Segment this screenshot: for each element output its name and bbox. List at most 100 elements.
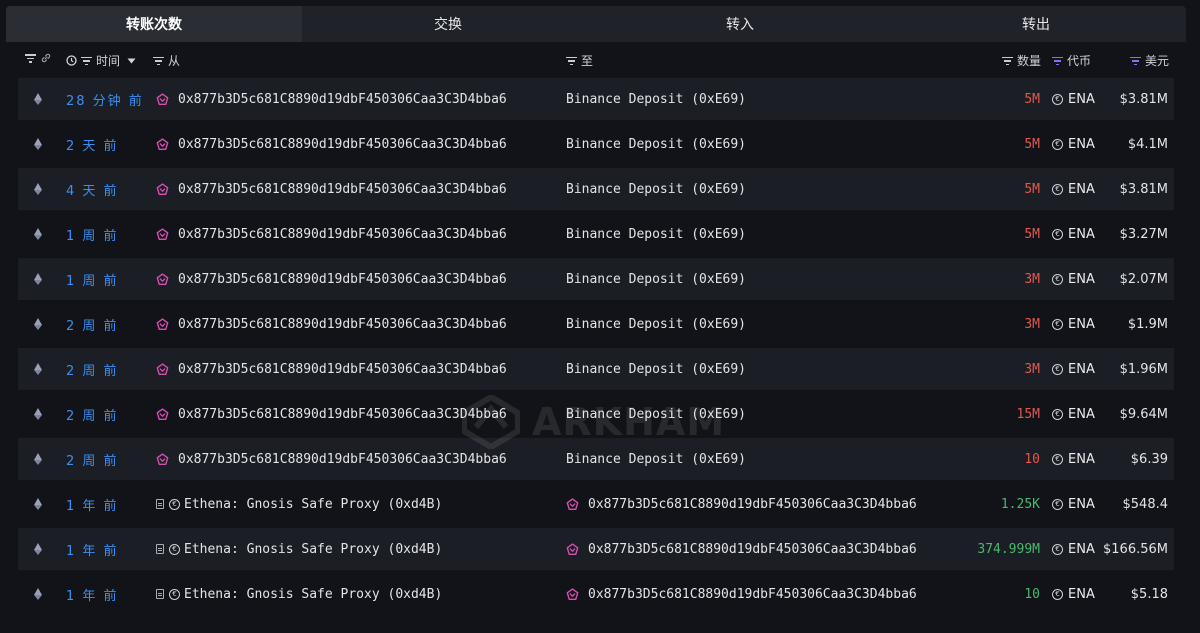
table-row[interactable]: 28 分钟 前 0x877b3D5c681C8890d19dbF450306Caa…	[18, 78, 1174, 120]
time-link[interactable]: 4 天 前	[66, 168, 119, 210]
token-cell[interactable]: € ENA	[1052, 483, 1112, 525]
table-header: 时间 从 至 数量 代币 美元	[0, 48, 1200, 72]
chain-filter[interactable]	[25, 52, 52, 64]
party-label[interactable]: 0x877b3D5c681C8890d19dbF450306Caa3C3D4bb…	[588, 587, 917, 602]
time-link[interactable]: 2 周 前	[66, 303, 119, 345]
from-cell[interactable]: 0x877b3D5c681C8890d19dbF450306Caa3C3D4bb…	[156, 78, 507, 120]
to-cell[interactable]: Binance Deposit (0xE69)	[566, 438, 746, 480]
party-label[interactable]: 0x877b3D5c681C8890d19dbF450306Caa3C3D4bb…	[178, 362, 507, 377]
token-cell[interactable]: € ENA	[1052, 348, 1112, 390]
amount-value: 10	[1024, 586, 1040, 602]
to-column-header[interactable]: 至	[566, 52, 593, 69]
table-row[interactable]: 1 年 前 € Ethena: Gnosis Safe Proxy (0xd4B) 0…	[18, 528, 1174, 570]
party-label[interactable]: Binance Deposit (0xE69)	[566, 227, 746, 242]
party-label[interactable]: 0x877b3D5c681C8890d19dbF450306Caa3C3D4bb…	[178, 92, 507, 107]
token-cell[interactable]: € ENA	[1052, 303, 1112, 345]
table-row[interactable]: 2 周 前 0x877b3D5c681C8890d19dbF450306Caa3C…	[18, 393, 1174, 435]
table-row[interactable]: 4 天 前 0x877b3D5c681C8890d19dbF450306Caa3C…	[18, 168, 1174, 210]
amount-column-header[interactable]: 数量	[1002, 52, 1041, 69]
to-cell[interactable]: Binance Deposit (0xE69)	[566, 348, 746, 390]
party-label[interactable]: 0x877b3D5c681C8890d19dbF450306Caa3C3D4bb…	[178, 227, 507, 242]
party-label[interactable]: Ethena: Gnosis Safe Proxy (0xd4B)	[184, 497, 442, 512]
from-cell[interactable]: 0x877b3D5c681C8890d19dbF450306Caa3C3D4bb…	[156, 258, 507, 300]
time-column-header[interactable]: 时间	[66, 52, 136, 69]
to-cell[interactable]: Binance Deposit (0xE69)	[566, 168, 746, 210]
party-label[interactable]: Binance Deposit (0xE69)	[566, 362, 746, 377]
ena-token-icon: €	[1052, 318, 1063, 330]
from-cell[interactable]: 0x877b3D5c681C8890d19dbF450306Caa3C3D4bb…	[156, 438, 507, 480]
table-row[interactable]: 2 周 前 0x877b3D5c681C8890d19dbF450306Caa3C…	[18, 303, 1174, 345]
party-label[interactable]: Ethena: Gnosis Safe Proxy (0xd4B)	[184, 587, 442, 602]
table-row[interactable]: 1 年 前 € Ethena: Gnosis Safe Proxy (0xd4B) 0…	[18, 483, 1174, 525]
table-row[interactable]: 2 周 前 0x877b3D5c681C8890d19dbF450306Caa3C…	[18, 438, 1174, 480]
from-cell[interactable]: € Ethena: Gnosis Safe Proxy (0xd4B)	[156, 483, 442, 525]
token-symbol: ENA	[1068, 226, 1095, 242]
time-link[interactable]: 2 天 前	[66, 123, 119, 165]
party-label[interactable]: 0x877b3D5c681C8890d19dbF450306Caa3C3D4bb…	[178, 407, 507, 422]
table-row[interactable]: 2 周 前 0x877b3D5c681C8890d19dbF450306Caa3C…	[18, 348, 1174, 390]
table-row[interactable]: 1 周 前 0x877b3D5c681C8890d19dbF450306Caa3C…	[18, 213, 1174, 255]
tab-outflow[interactable]: 转出	[886, 6, 1186, 42]
to-cell[interactable]: 0x877b3D5c681C8890d19dbF450306Caa3C3D4bb…	[566, 483, 917, 525]
tab-swaps[interactable]: 交换	[302, 6, 594, 42]
from-cell[interactable]: € Ethena: Gnosis Safe Proxy (0xd4B)	[156, 573, 442, 615]
table-row[interactable]: 1 年 前 € Ethena: Gnosis Safe Proxy (0xd4B) 0…	[18, 573, 1174, 615]
time-link[interactable]: 2 周 前	[66, 393, 119, 435]
party-label[interactable]: 0x877b3D5c681C8890d19dbF450306Caa3C3D4bb…	[178, 452, 507, 467]
time-link[interactable]: 28 分钟 前	[66, 78, 144, 120]
to-cell[interactable]: Binance Deposit (0xE69)	[566, 393, 746, 435]
tab-inflow[interactable]: 转入	[594, 6, 886, 42]
time-link[interactable]: 1 年 前	[66, 528, 119, 570]
party-label[interactable]: 0x877b3D5c681C8890d19dbF450306Caa3C3D4bb…	[178, 272, 507, 287]
party-label[interactable]: Ethena: Gnosis Safe Proxy (0xd4B)	[184, 542, 442, 557]
token-cell[interactable]: € ENA	[1052, 168, 1112, 210]
party-label[interactable]: Binance Deposit (0xE69)	[566, 137, 746, 152]
party-label[interactable]: 0x877b3D5c681C8890d19dbF450306Caa3C3D4bb…	[178, 182, 507, 197]
to-cell[interactable]: Binance Deposit (0xE69)	[566, 213, 746, 255]
usd-column-header[interactable]: 美元	[1130, 52, 1169, 69]
from-cell[interactable]: € Ethena: Gnosis Safe Proxy (0xd4B)	[156, 528, 442, 570]
to-cell[interactable]: Binance Deposit (0xE69)	[566, 123, 746, 165]
to-cell[interactable]: Binance Deposit (0xE69)	[566, 78, 746, 120]
token-cell[interactable]: € ENA	[1052, 78, 1112, 120]
token-cell[interactable]: € ENA	[1052, 258, 1112, 300]
party-label[interactable]: 0x877b3D5c681C8890d19dbF450306Caa3C3D4bb…	[588, 497, 917, 512]
to-cell[interactable]: 0x877b3D5c681C8890d19dbF450306Caa3C3D4bb…	[566, 528, 917, 570]
table-row[interactable]: 1 周 前 0x877b3D5c681C8890d19dbF450306Caa3C…	[18, 258, 1174, 300]
token-cell[interactable]: € ENA	[1052, 573, 1112, 615]
from-column-header[interactable]: 从	[153, 52, 180, 69]
table-row[interactable]: 2 天 前 0x877b3D5c681C8890d19dbF450306Caa3C…	[18, 123, 1174, 165]
party-label[interactable]: 0x877b3D5c681C8890d19dbF450306Caa3C3D4bb…	[588, 542, 917, 557]
party-label[interactable]: Binance Deposit (0xE69)	[566, 272, 746, 287]
time-link[interactable]: 1 年 前	[66, 483, 119, 525]
token-cell[interactable]: € ENA	[1052, 213, 1112, 255]
time-link[interactable]: 1 周 前	[66, 258, 119, 300]
party-label[interactable]: Binance Deposit (0xE69)	[566, 452, 746, 467]
from-cell[interactable]: 0x877b3D5c681C8890d19dbF450306Caa3C3D4bb…	[156, 303, 507, 345]
to-cell[interactable]: Binance Deposit (0xE69)	[566, 258, 746, 300]
token-cell[interactable]: € ENA	[1052, 123, 1112, 165]
to-cell[interactable]: Binance Deposit (0xE69)	[566, 303, 746, 345]
token-symbol: ENA	[1068, 361, 1095, 377]
from-cell[interactable]: 0x877b3D5c681C8890d19dbF450306Caa3C3D4bb…	[156, 348, 507, 390]
party-label[interactable]: 0x877b3D5c681C8890d19dbF450306Caa3C3D4bb…	[178, 317, 507, 332]
party-label[interactable]: Binance Deposit (0xE69)	[566, 407, 746, 422]
token-cell[interactable]: € ENA	[1052, 393, 1112, 435]
from-cell[interactable]: 0x877b3D5c681C8890d19dbF450306Caa3C3D4bb…	[156, 393, 507, 435]
token-cell[interactable]: € ENA	[1052, 438, 1112, 480]
from-cell[interactable]: 0x877b3D5c681C8890d19dbF450306Caa3C3D4bb…	[156, 123, 507, 165]
from-cell[interactable]: 0x877b3D5c681C8890d19dbF450306Caa3C3D4bb…	[156, 168, 507, 210]
tab-transfers[interactable]: 转账次数	[6, 6, 302, 42]
to-cell[interactable]: 0x877b3D5c681C8890d19dbF450306Caa3C3D4bb…	[566, 573, 917, 615]
time-link[interactable]: 2 周 前	[66, 348, 119, 390]
party-label[interactable]: 0x877b3D5c681C8890d19dbF450306Caa3C3D4bb…	[178, 137, 507, 152]
token-column-header[interactable]: 代币	[1052, 52, 1091, 69]
party-label[interactable]: Binance Deposit (0xE69)	[566, 182, 746, 197]
party-label[interactable]: Binance Deposit (0xE69)	[566, 317, 746, 332]
time-link[interactable]: 1 周 前	[66, 213, 119, 255]
time-link[interactable]: 1 年 前	[66, 573, 119, 615]
time-link[interactable]: 2 周 前	[66, 438, 119, 480]
from-cell[interactable]: 0x877b3D5c681C8890d19dbF450306Caa3C3D4bb…	[156, 213, 507, 255]
filter-icon	[81, 56, 92, 66]
party-label[interactable]: Binance Deposit (0xE69)	[566, 92, 746, 107]
